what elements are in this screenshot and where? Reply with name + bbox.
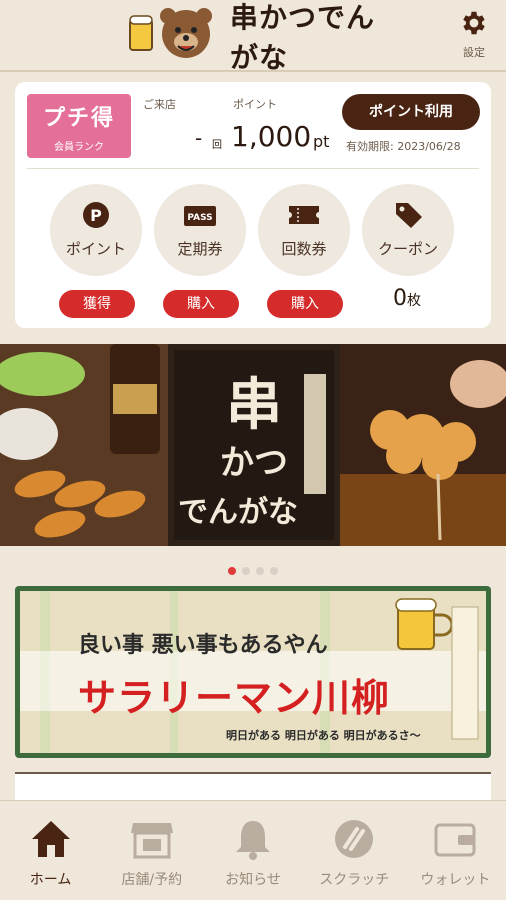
ticket-icon: [289, 206, 319, 224]
store-icon: [130, 823, 173, 859]
pass-icon: PASS: [184, 206, 216, 226]
svg-text:PASS: PASS: [187, 213, 212, 223]
carousel-pagination: [0, 560, 506, 579]
senryu-banner-inner: 良い事 悪い事もあるやん サラリーマン川柳 明日がある 明日がある 明日があるさ…: [20, 591, 486, 753]
divider: [27, 168, 479, 169]
points-shortcut-label: ポイント: [65, 240, 126, 258]
coupon-count: 0枚: [393, 286, 421, 311]
coupon-shortcut[interactable]: クーポン: [362, 184, 454, 276]
beer-mug-icon: [395, 598, 454, 650]
coupon-count-value: 0: [393, 286, 407, 311]
nav-store-reservation[interactable]: 店舗/予約: [101, 801, 202, 900]
banner-subtext: 明日がある 明日がある 明日があるさ〜: [226, 729, 421, 742]
ticket-book-shortcut[interactable]: 回数券: [258, 184, 350, 276]
app-header: 串かつでんがな 設定: [0, 0, 506, 74]
points-shortcut[interactable]: P ポイント: [50, 184, 142, 276]
carousel-image-skewers: [0, 344, 168, 546]
rank-title: プチ得: [42, 106, 115, 131]
rank-subtitle: 会員ランク: [54, 142, 104, 153]
ticket-book-label: 回数券: [281, 240, 327, 258]
banner-title: サラリーマン川柳: [78, 676, 391, 720]
svg-text:串: 串: [226, 372, 282, 438]
points-expiry: 有効期限: 2023/06/28: [346, 140, 461, 153]
bottom-navigation: ホーム 店舗/予約 お知らせ スクラッチ ウォレット: [0, 800, 506, 900]
commuter-pass-shortcut[interactable]: PASS 定期券: [154, 184, 246, 276]
p-coin-icon: P: [83, 202, 109, 228]
points-label: ポイント: [233, 98, 277, 111]
nav-home-label: ホーム: [29, 872, 72, 888]
settings-label: 設定: [463, 46, 485, 59]
carousel-dot[interactable]: [228, 567, 236, 575]
scratch-icon: [335, 820, 374, 858]
settings-button[interactable]: 設定: [452, 8, 496, 64]
nav-scratch-label: スクラッチ: [319, 872, 390, 888]
nav-wallet[interactable]: ウォレット: [405, 801, 506, 900]
carousel-dot[interactable]: [256, 567, 264, 575]
visits-unit: 回: [212, 140, 222, 151]
member-rank-badge: プチ得 会員ランク: [27, 94, 131, 158]
carousel-dot[interactable]: [242, 567, 250, 575]
buy-pass-button[interactable]: 購入: [163, 290, 239, 318]
bell-icon: [236, 821, 270, 860]
gear-icon: [463, 11, 485, 35]
earn-points-button[interactable]: 獲得: [59, 290, 135, 318]
nav-news[interactable]: お知らせ: [202, 801, 303, 900]
senryu-banner[interactable]: 良い事 悪い事もあるやん サラリーマン川柳 明日がある 明日がある 明日があるさ…: [15, 586, 491, 758]
points-value: 1,000: [231, 120, 312, 153]
visits-value: -: [195, 126, 203, 150]
brand-logo: 串かつでんがな: [128, 1, 388, 74]
tag-icon: [396, 203, 422, 228]
nav-store-label: 店舗/予約: [121, 872, 183, 888]
buy-tickets-button[interactable]: 購入: [267, 290, 343, 318]
home-icon: [31, 821, 70, 857]
nav-wallet-label: ウォレット: [420, 872, 491, 888]
svg-text:かつ: かつ: [220, 443, 288, 483]
svg-text:でんがな: でんがな: [178, 495, 298, 530]
commuter-pass-label: 定期券: [177, 240, 223, 258]
wallet-icon: [434, 823, 476, 857]
banner-headline: 良い事 悪い事もあるやん: [78, 633, 328, 658]
nav-home[interactable]: ホーム: [0, 801, 101, 900]
bear-mascot-icon: [128, 6, 224, 66]
member-card: プチ得 会員ランク ご来店 ポイント - 回 1,000 pt ポイント利用 有…: [15, 82, 491, 328]
coupon-label: クーポン: [377, 240, 438, 258]
promo-carousel[interactable]: 串 かつ でんがな: [0, 344, 506, 546]
nav-news-label: お知らせ: [225, 872, 281, 888]
brand-name: 串かつでんがな: [230, 1, 376, 74]
nav-scratch[interactable]: スクラッチ: [304, 801, 405, 900]
carousel-image-logo: 串 かつ でんがな: [168, 344, 340, 546]
visits-label: ご来店: [143, 98, 176, 111]
points-unit: pt: [313, 132, 330, 151]
carousel-image-grill: [340, 344, 506, 546]
coupon-count-unit: 枚: [407, 293, 421, 309]
use-points-button[interactable]: ポイント利用: [342, 94, 480, 130]
svg-text:P: P: [90, 206, 102, 225]
carousel-dot[interactable]: [270, 567, 278, 575]
